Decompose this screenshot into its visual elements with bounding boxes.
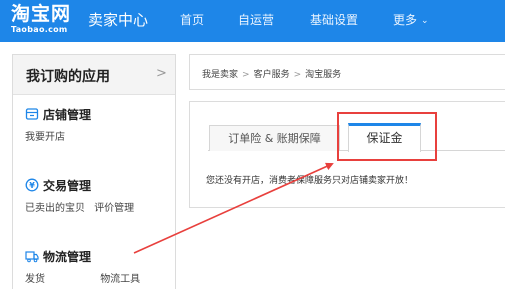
annotation-arrow	[133, 162, 334, 254]
